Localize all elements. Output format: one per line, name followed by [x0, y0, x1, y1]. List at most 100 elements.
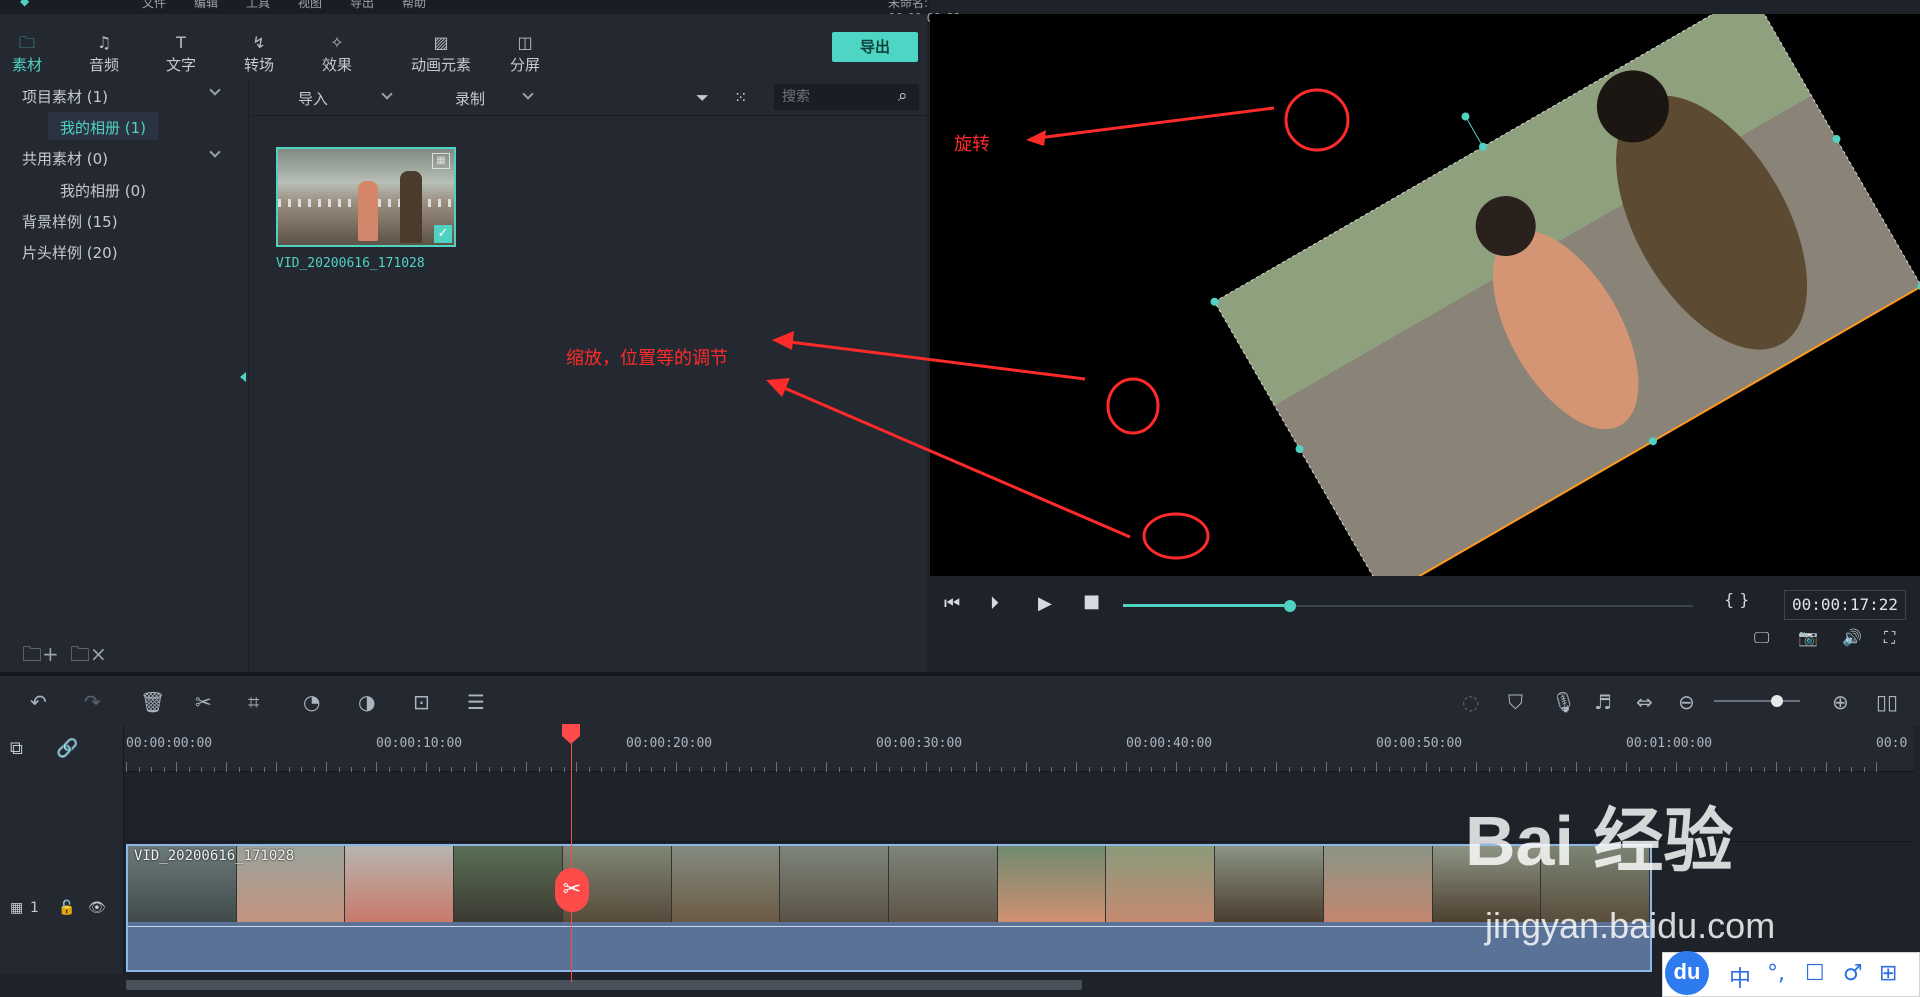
ime-chinese-mode[interactable]: 中 — [1729, 961, 1751, 993]
ruler-tick — [1676, 762, 1677, 772]
chevron-down-icon[interactable] — [522, 88, 534, 100]
zoom-out-icon[interactable]: ⊖ — [1678, 690, 1695, 714]
timeline-clip[interactable]: VID_20200616_171028 — [126, 844, 1652, 972]
media-thumbnail[interactable]: ▦ ✓ — [276, 147, 456, 247]
tab-split-screen[interactable]: ◫ 分屏 — [490, 32, 560, 75]
preview-canvas[interactable] — [930, 0, 1920, 601]
adjust-icon[interactable]: ☰ — [467, 690, 485, 714]
tab-media-label: 素材 — [11, 56, 42, 74]
clip-label: VID_20200616_171028 — [134, 848, 295, 864]
next-frame-icon[interactable]: ⏵ — [990, 593, 999, 614]
add-track-icon[interactable]: ⧉ — [10, 738, 23, 759]
tree-shared-media[interactable]: 共用素材 (0) — [22, 148, 108, 169]
ime-skin[interactable]: ♂ — [1843, 961, 1863, 986]
menu-help[interactable]: 帮助 — [402, 0, 426, 11]
green-screen-icon[interactable]: ⊡ — [413, 690, 430, 714]
ruler-tick — [326, 762, 327, 772]
marker-icon[interactable]: ⛉ — [1508, 690, 1523, 714]
annotation-scale-label: 缩放，位置等的调节 — [566, 348, 728, 369]
ruler-label: 00:0 — [1876, 736, 1908, 751]
tree-my-album-1[interactable]: 我的相册 (1) — [60, 117, 146, 138]
delete-folder-icon[interactable]: 🗀× — [70, 640, 107, 674]
play-icon[interactable]: ▶ — [1038, 593, 1052, 614]
checkmark-icon: ✓ — [434, 225, 452, 243]
menu-file[interactable]: 文件 — [142, 0, 166, 11]
rotate-stem — [1465, 116, 1484, 148]
tab-effects[interactable]: ✧ 效果 — [302, 32, 372, 75]
empty-track[interactable] — [124, 772, 1914, 842]
microphone-icon[interactable]: 🎙 — [1551, 690, 1576, 714]
ime-punctuation[interactable]: °, — [1767, 961, 1785, 986]
tab-elements[interactable]: ▨ 动画元素 — [395, 32, 487, 75]
empty-track-header — [0, 772, 124, 842]
tree-my-album-0[interactable]: 我的相册 (0) — [60, 180, 146, 201]
layout-toggle-icon[interactable]: ▯▯ — [1876, 690, 1898, 714]
grid-view-icon[interactable]: ⁙ — [734, 88, 747, 107]
import-button[interactable]: 导入 — [298, 88, 328, 109]
delete-icon[interactable]: 🗑 — [140, 690, 165, 714]
ime-menu[interactable]: ⊞ — [1879, 961, 1897, 986]
filter-icon[interactable]: ⏷ — [696, 88, 709, 108]
ruler-label: 00:00:40:00 — [1126, 736, 1213, 751]
timeline-horizontal-scrollbar[interactable] — [126, 980, 1082, 990]
zoom-in-icon[interactable]: ⊕ — [1832, 690, 1849, 714]
render-preview-icon[interactable]: ◌ — [1462, 690, 1479, 714]
clip-frame — [889, 846, 998, 922]
export-button[interactable]: 导出 — [832, 32, 918, 62]
display-settings-icon[interactable]: 🖵 — [1754, 628, 1769, 648]
crop-icon[interactable]: ⌗ — [248, 690, 259, 714]
tree-title-samples[interactable]: 片头样例 (20) — [22, 242, 118, 263]
speed-icon[interactable]: ◔ — [303, 690, 320, 714]
transition-icon: ↯ — [252, 33, 266, 52]
volume-icon[interactable]: 🔊 — [1842, 628, 1862, 647]
rotate-handle[interactable] — [1460, 111, 1471, 122]
tree-background-samples[interactable]: 背景样例 (15) — [22, 211, 118, 232]
redo-icon[interactable]: ↷ — [84, 690, 101, 714]
stop-icon[interactable]: ■ — [1083, 591, 1100, 612]
zoom-slider-track[interactable] — [1714, 700, 1800, 702]
clip-frame — [345, 846, 455, 922]
ime-logo[interactable]: du — [1665, 951, 1709, 995]
tab-text[interactable]: T 文字 — [146, 32, 216, 75]
cut-icon[interactable]: ✂ — [195, 690, 212, 714]
tab-transition[interactable]: ↯ 转场 — [224, 32, 294, 75]
timeline-header-left: ⧉ 🔗 — [0, 726, 124, 772]
timeline-ruler[interactable]: 00:00:00:00 00:00:10:00 00:00:20:00 00:0… — [124, 726, 1914, 772]
menu-view[interactable]: 视图 — [298, 0, 322, 11]
ime-keyboard[interactable]: ☐ — [1805, 961, 1825, 986]
tab-audio[interactable]: ♫ 音频 — [69, 32, 139, 75]
search-icon[interactable]: ⌕ — [898, 86, 908, 106]
preview-progress-knob[interactable] — [1284, 600, 1296, 612]
ruler-tick — [926, 762, 927, 772]
record-button[interactable]: 录制 — [455, 88, 485, 109]
playhead-line[interactable] — [571, 726, 572, 982]
collapse-panel-handle[interactable] — [240, 372, 246, 382]
tree-project-media[interactable]: 项目素材 (1) — [22, 86, 108, 107]
split-scissors-icon[interactable]: ✂ — [555, 868, 589, 912]
new-folder-icon[interactable]: 🗀+ — [22, 640, 59, 674]
ruler-tick — [1626, 762, 1627, 772]
menu-tools[interactable]: 工具 — [246, 0, 270, 11]
ruler-tick — [1476, 762, 1477, 772]
undo-icon[interactable]: ↶ — [30, 690, 47, 714]
lock-icon[interactable]: 🔓 — [58, 900, 75, 916]
link-icon[interactable]: 🔗 — [56, 738, 78, 759]
ruler-label: 00:00:50:00 — [1376, 736, 1463, 751]
rotated-video-frame[interactable] — [1192, 0, 1920, 601]
tab-media[interactable]: 🗀 素材 — [0, 32, 62, 75]
fit-timeline-icon[interactable]: ⇔ — [1636, 690, 1653, 714]
fullscreen-icon[interactable]: ⛶ — [1884, 628, 1895, 648]
chevron-down-icon[interactable] — [381, 88, 393, 100]
menu-edit[interactable]: 编辑 — [194, 0, 218, 11]
clip-frame — [1106, 846, 1216, 922]
tab-elements-label: 动画元素 — [410, 56, 471, 74]
mark-in-out-icon[interactable]: { } — [1724, 590, 1749, 609]
annotation-arrow-rotate — [1037, 106, 1275, 140]
snapshot-camera-icon[interactable]: 📷 — [1798, 628, 1818, 647]
menu-export[interactable]: 导出 — [350, 0, 374, 11]
color-icon[interactable]: ◑ — [358, 690, 375, 714]
zoom-slider-knob[interactable] — [1771, 695, 1783, 707]
previous-frame-icon[interactable]: ⏮ — [944, 593, 960, 614]
eye-icon[interactable]: 👁 — [88, 900, 106, 916]
audio-mixer-icon[interactable]: ♬ — [1594, 690, 1612, 714]
